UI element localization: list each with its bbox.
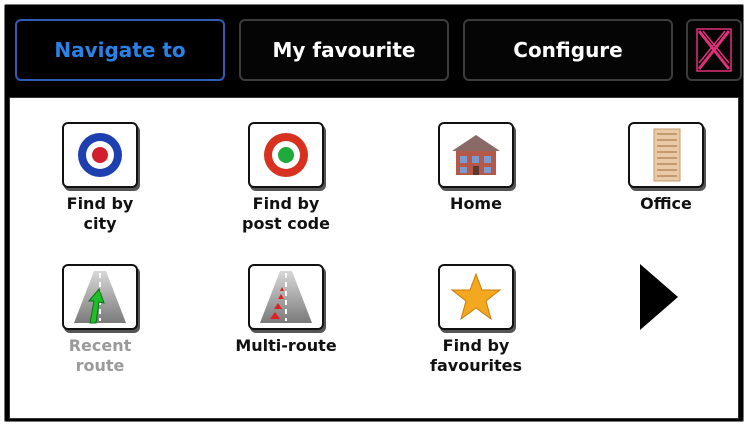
tab-my-favourite[interactable]: My favourite [239, 19, 449, 81]
menu-item-label: Find by post code [242, 194, 330, 233]
menu-item-label: Recent route [68, 336, 132, 375]
app-window: Navigate to My favourite Configure Find … [4, 4, 744, 422]
close-x-icon [696, 28, 732, 72]
tab-bar: Navigate to My favourite Configure [5, 5, 743, 95]
recent-route-icon [74, 271, 126, 324]
office-building-icon [653, 128, 681, 182]
menu-item-office[interactable]: Office [586, 122, 746, 262]
menu-item-label: Multi-route [235, 336, 337, 355]
star-icon [450, 272, 502, 321]
menu-icon-frame [438, 122, 514, 188]
tab-label: Navigate to [54, 38, 186, 62]
menu-item-find-by-city[interactable]: Find by city [20, 122, 180, 262]
menu-item-label: Office [640, 194, 692, 213]
menu-item-home[interactable]: Home [396, 122, 556, 262]
next-page-button[interactable] [634, 258, 684, 336]
tab-label: My favourite [272, 38, 416, 62]
next-page-arrow-icon [640, 264, 678, 330]
menu-item-recent-route[interactable]: Recent route [20, 264, 180, 404]
tab-label: Configure [513, 38, 623, 62]
multi-route-icon [260, 271, 312, 323]
house-icon [452, 135, 500, 175]
close-button[interactable] [686, 19, 742, 81]
menu-icon-frame [628, 122, 704, 188]
menu-icon-frame [248, 122, 324, 188]
menu-item-label: Find by favourites [430, 336, 522, 375]
menu-item-label: Home [450, 194, 502, 213]
navigate-menu: Find by city Find by post code Home Offi… [9, 97, 739, 419]
tab-configure[interactable]: Configure [463, 19, 673, 81]
menu-icon-frame [248, 264, 324, 330]
menu-icon-frame [438, 264, 514, 330]
postcode-target-icon [264, 133, 308, 177]
menu-icon-frame [62, 264, 138, 330]
menu-item-find-by-favourites[interactable]: Find by favourites [396, 264, 556, 404]
menu-item-multi-route[interactable]: Multi-route [206, 264, 366, 404]
city-target-icon [78, 133, 122, 177]
tab-navigate-to[interactable]: Navigate to [15, 19, 225, 81]
menu-item-find-by-post-code[interactable]: Find by post code [206, 122, 366, 262]
menu-item-label: Find by city [66, 194, 134, 233]
menu-icon-frame [62, 122, 138, 188]
